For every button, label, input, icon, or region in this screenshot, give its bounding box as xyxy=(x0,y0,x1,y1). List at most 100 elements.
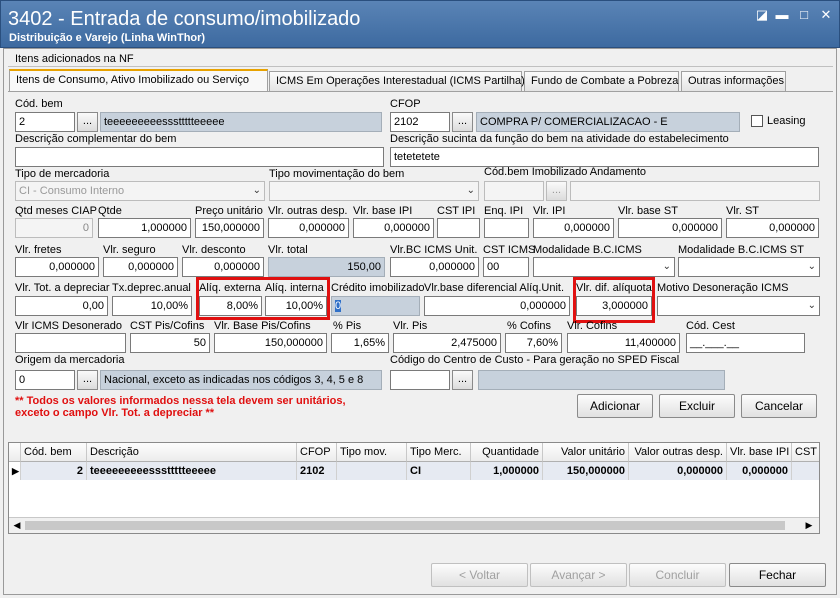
fechar-button[interactable]: Fechar xyxy=(729,563,826,587)
cell-cod-bem: 2 xyxy=(21,462,87,480)
origem-description: Nacional, exceto as indicadas nos código… xyxy=(100,370,382,390)
perc-cofins-input[interactable]: 7,60% xyxy=(505,333,562,353)
title-bar: 3402 - Entrada de consumo/imobilizado Di… xyxy=(0,0,840,48)
cod-bem-imob-input[interactable] xyxy=(484,181,544,201)
items-grid[interactable]: Cód. bem Descrição CFOP Tipo mov. Tipo M… xyxy=(8,442,820,534)
vlr-total-input: 150,00 xyxy=(268,257,385,277)
tipo-movimentacao-select[interactable]: ⌄ xyxy=(269,181,479,201)
cst-ipi-input[interactable] xyxy=(437,218,480,238)
qtde-input[interactable]: 1,000000 xyxy=(98,218,191,238)
vlr-pis-input[interactable]: 2,475000 xyxy=(393,333,501,353)
grid-header-vlr-base-ipi[interactable]: Vlr. base IPI xyxy=(727,443,792,462)
excluir-button[interactable]: Excluir xyxy=(659,394,735,418)
leasing-checkbox[interactable] xyxy=(751,115,763,127)
vlr-tot-depreciar-input[interactable]: 0,00 xyxy=(15,296,108,316)
grid-indicator-header xyxy=(9,443,21,462)
cfop-input[interactable]: 2102 xyxy=(390,112,450,132)
vlr-desconto-input[interactable]: 0,000000 xyxy=(182,257,264,277)
grid-header-descricao[interactable]: Descrição xyxy=(87,443,297,462)
chevron-down-icon: ⌄ xyxy=(807,300,816,311)
tab-fundo-combate-pobreza[interactable]: Fundo de Combate a Pobreza xyxy=(524,71,679,91)
vlr-cofins-input[interactable]: 11,400000 xyxy=(567,333,680,353)
perc-pis-label: % Pis xyxy=(333,320,362,332)
concluir-button[interactable]: Concluir xyxy=(629,563,726,587)
credito-imobilizado-input[interactable]: 0 xyxy=(331,296,420,316)
window-subtitle: Distribuição e Varejo (Linha WinThor) xyxy=(9,32,206,44)
cst-icms-label: CST ICMS xyxy=(483,244,536,256)
qtd-meses-ciap-input[interactable]: 0 xyxy=(15,218,93,238)
adicionar-button[interactable]: Adicionar xyxy=(577,394,653,418)
tipo-mercadoria-select[interactable]: CI - Consumo Interno ⌄ xyxy=(15,181,265,201)
centro-custo-label: Código do Centro de Custo - Para geração… xyxy=(390,354,680,366)
desc-sucinta-input[interactable]: tetetetete xyxy=(390,147,819,167)
vlr-fretes-label: Vlr. fretes xyxy=(15,244,62,256)
desc-complementar-input[interactable] xyxy=(15,147,384,167)
origem-search-button[interactable]: ... xyxy=(77,370,98,390)
grid-header-valor-outras-desp[interactable]: Valor outras desp. xyxy=(629,443,727,462)
vlr-st-input[interactable]: 0,000000 xyxy=(726,218,819,238)
grid-header-cfop[interactable]: CFOP xyxy=(297,443,337,462)
cod-bem-search-button[interactable]: ... xyxy=(77,112,98,132)
vlr-base-ipi-label: Vlr. base IPI xyxy=(353,205,413,217)
voltar-button[interactable]: < Voltar xyxy=(431,563,528,587)
cst-pis-cofins-input[interactable]: 50 xyxy=(130,333,210,353)
grid-header-tipo-merc[interactable]: Tipo Merc. xyxy=(407,443,471,462)
credito-imobilizado-value: 0 xyxy=(335,300,342,312)
vlr-fretes-input[interactable]: 0,000000 xyxy=(15,257,99,277)
vlr-total-label: Vlr. total xyxy=(268,244,308,256)
vlr-outras-desp-input[interactable]: 0,000000 xyxy=(268,218,349,238)
cod-bem-imob-search-button[interactable]: ... xyxy=(546,181,567,201)
cfop-search-button[interactable]: ... xyxy=(452,112,473,132)
vlr-base-ipi-input[interactable]: 0,000000 xyxy=(353,218,434,238)
maximize-icon[interactable]: □ xyxy=(795,6,813,24)
tab-consumo-imobilizado[interactable]: Itens de Consumo, Ativo Imobilizado ou S… xyxy=(9,69,268,92)
qtde-label: Qtde xyxy=(98,205,122,217)
desc-complementar-label: Descrição complementar do bem xyxy=(15,133,177,145)
vlr-ipi-input[interactable]: 0,000000 xyxy=(533,218,614,238)
avancar-button[interactable]: Avançar > xyxy=(530,563,627,587)
minimize-icon[interactable]: ▬ xyxy=(773,6,791,24)
grid-header-cst-ipi[interactable]: CST I xyxy=(792,443,819,462)
grid-header-tipo-mov[interactable]: Tipo mov. xyxy=(337,443,407,462)
grid-header-quantidade[interactable]: Quantidade xyxy=(471,443,543,462)
motivo-desoneracao-select[interactable]: ⌄ xyxy=(657,296,820,316)
horizontal-scrollbar[interactable]: ◀ ▶ xyxy=(9,517,819,533)
vlr-bc-icms-unit-label: Vlr.BC ICMS Unit. xyxy=(390,244,478,256)
vlr-seguro-label: Vlr. seguro xyxy=(103,244,156,256)
vlr-outras-desp-label: Vlr. outras desp. xyxy=(268,205,348,217)
tx-deprec-anual-input[interactable]: 10,00% xyxy=(112,296,192,316)
cod-bem-input[interactable]: 2 xyxy=(15,112,75,132)
vlr-base-st-input[interactable]: 0,000000 xyxy=(618,218,722,238)
perc-pis-input[interactable]: 1,65% xyxy=(331,333,389,353)
close-icon[interactable]: ✕ xyxy=(817,6,835,24)
leasing-label: Leasing xyxy=(767,115,806,127)
centro-custo-search-button[interactable]: ... xyxy=(452,370,473,390)
scroll-left-icon[interactable]: ◀ xyxy=(11,519,23,532)
tipo-movimentacao-label: Tipo movimentação do bem xyxy=(269,168,405,180)
vlr-base-dif-aliq-label: Vlr.base diferencial Alíq.Unit. xyxy=(424,282,565,294)
grid-header-valor-unitario[interactable]: Valor unitário xyxy=(543,443,629,462)
vlr-base-pis-cofins-input[interactable]: 150,000000 xyxy=(214,333,327,353)
tab-icms-partilha[interactable]: ICMS Em Operações Interestadual (ICMS Pa… xyxy=(269,71,525,91)
preco-unitario-label: Preço unitário xyxy=(195,205,263,217)
cod-cest-input[interactable]: __.___.__ xyxy=(686,333,805,353)
modalidade-bc-icms-st-select[interactable]: ⌄ xyxy=(678,257,820,277)
enq-ipi-input[interactable] xyxy=(484,218,529,238)
vlr-icms-desonerado-input[interactable] xyxy=(15,333,126,353)
cst-icms-input[interactable]: 00 xyxy=(483,257,529,277)
window-title: 3402 - Entrada de consumo/imobilizado xyxy=(8,8,361,30)
vlr-bc-icms-unit-input[interactable]: 0,000000 xyxy=(390,257,479,277)
origem-input[interactable]: 0 xyxy=(15,370,75,390)
tab-outras-informacoes[interactable]: Outras informações xyxy=(681,71,786,91)
scroll-thumb[interactable] xyxy=(25,521,785,530)
restore-icon[interactable]: ◪ xyxy=(753,6,771,24)
modalidade-bc-icms-select[interactable]: ⌄ xyxy=(533,257,675,277)
cancelar-button[interactable]: Cancelar xyxy=(741,394,817,418)
vlr-seguro-input[interactable]: 0,000000 xyxy=(103,257,178,277)
vlr-base-dif-aliq-input[interactable]: 0,000000 xyxy=(424,296,570,316)
vlr-tot-depreciar-label: Vlr. Tot. a depreciar xyxy=(15,282,110,294)
centro-custo-input[interactable] xyxy=(390,370,450,390)
grid-header-cod-bem[interactable]: Cód. bem xyxy=(21,443,87,462)
scroll-right-icon[interactable]: ▶ xyxy=(803,519,815,532)
preco-unitario-input[interactable]: 150,000000 xyxy=(195,218,264,238)
